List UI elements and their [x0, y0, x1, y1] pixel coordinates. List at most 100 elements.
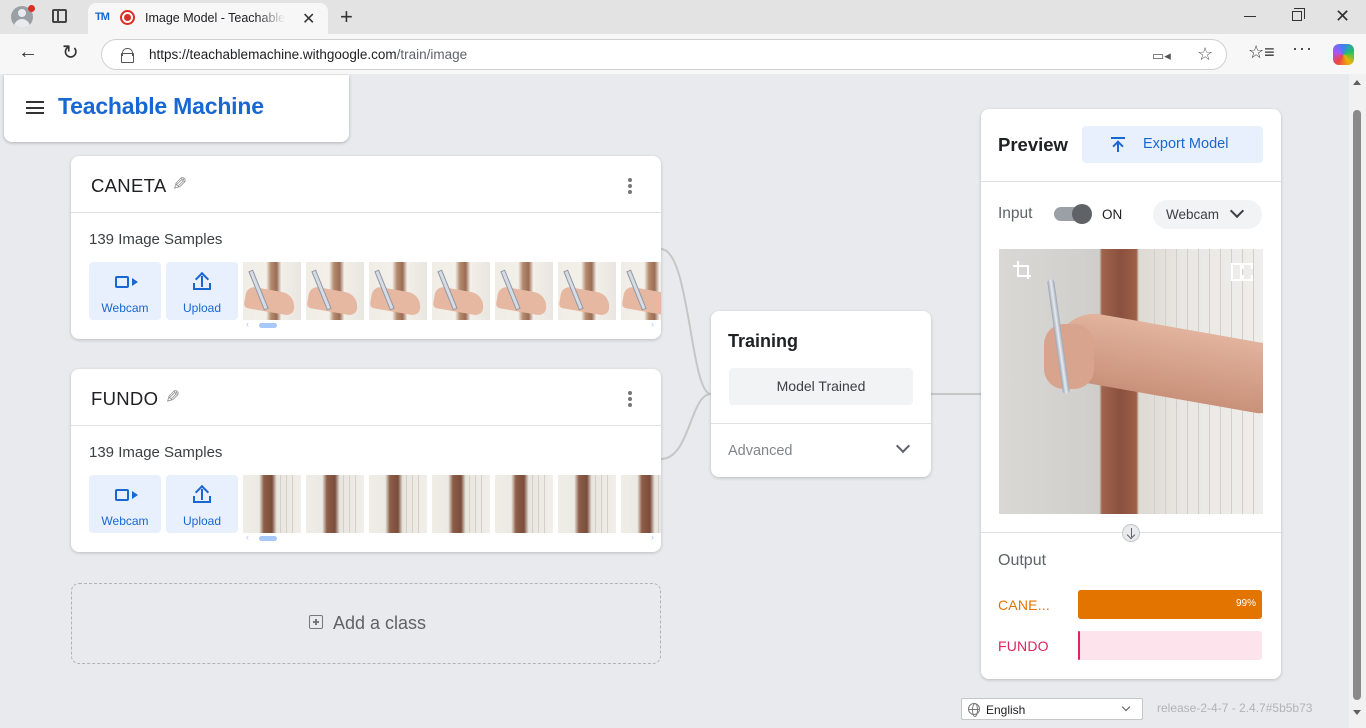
sample-thumbnail[interactable]: [495, 262, 553, 320]
class-name[interactable]: FUNDO: [91, 388, 158, 410]
sample-thumbnail[interactable]: [306, 475, 364, 533]
scroll-down-icon[interactable]: [1353, 710, 1361, 715]
url-field[interactable]: https://teachablemachine.withgoogle.com/…: [101, 39, 1227, 70]
url-host: https://teachablemachine.withgoogle.com: [149, 47, 397, 62]
camera-in-use-icon[interactable]: ▭◂: [1152, 48, 1171, 64]
add-class-button[interactable]: Add a class: [71, 583, 661, 664]
chevron-down-icon[interactable]: [895, 438, 911, 454]
webcam-button[interactable]: Webcam: [89, 262, 161, 320]
webcam-label: Webcam: [101, 301, 149, 315]
url-text[interactable]: https://teachablemachine.withgoogle.com/…: [149, 47, 467, 62]
add-box-icon: [309, 615, 323, 629]
connector-fundo: [660, 393, 712, 460]
browser-tab[interactable]: TM Image Model - Teachable Machine ✕: [88, 3, 328, 34]
flip-icon[interactable]: [1231, 261, 1253, 281]
scroll-up-icon[interactable]: [1353, 80, 1361, 85]
output-class-name: CANE...: [998, 597, 1050, 613]
upload-button[interactable]: Upload: [166, 262, 238, 320]
back-icon[interactable]: ←: [18, 41, 38, 64]
window-close-icon[interactable]: ✕: [1335, 6, 1350, 27]
scroll-right-icon[interactable]: ›: [651, 532, 654, 542]
language-select[interactable]: English: [961, 698, 1143, 720]
sample-thumbnail[interactable]: [558, 475, 616, 533]
sample-thumbnail[interactable]: [621, 475, 661, 533]
brand-title[interactable]: Teachable Machine: [58, 93, 264, 120]
tab-actions-icon[interactable]: [52, 9, 67, 23]
input-toggle[interactable]: [1054, 204, 1092, 224]
scroll-right-icon[interactable]: ›: [651, 319, 654, 329]
edit-pencil-icon[interactable]: ✎: [165, 387, 180, 408]
sample-thumbnail[interactable]: [243, 475, 301, 533]
advanced-toggle[interactable]: Advanced: [728, 443, 793, 459]
samples-scrollbar[interactable]: ‹ ›: [246, 532, 656, 542]
sample-thumbnail[interactable]: [432, 262, 490, 320]
sample-thumbnail[interactable]: [369, 475, 427, 533]
page-scroll-thumb[interactable]: [1353, 110, 1361, 700]
confidence-bar-fill: [1078, 631, 1080, 660]
output-row-fundo: FUNDO: [998, 631, 1263, 661]
sample-thumbnail[interactable]: [495, 475, 553, 533]
sample-thumbnail[interactable]: [621, 262, 661, 320]
class-name[interactable]: CANETA: [91, 175, 166, 197]
sample-thumbnail[interactable]: [432, 475, 490, 533]
hand: [1044, 324, 1094, 389]
confidence-bar-fill: [1078, 590, 1261, 619]
connector-caneta: [660, 248, 712, 395]
toggle-state: ON: [1102, 207, 1123, 222]
input-source-select[interactable]: Webcam: [1153, 200, 1262, 229]
output-label: Output: [998, 552, 1047, 569]
samples-scrollbar[interactable]: ‹ ›: [246, 319, 656, 329]
edit-pencil-icon[interactable]: ✎: [172, 174, 187, 195]
scroll-thumb[interactable]: [259, 536, 277, 541]
scroll-left-icon[interactable]: ‹: [246, 319, 249, 329]
chevron-down-icon: [1121, 702, 1131, 712]
training-title: Training: [728, 331, 799, 351]
crop-icon[interactable]: [1013, 261, 1031, 279]
more-icon[interactable]: ···: [1292, 38, 1313, 59]
class-options-icon[interactable]: [628, 391, 632, 407]
confidence-percent: 99%: [1235, 598, 1256, 609]
page-viewport: Teachable Machine CANETA ✎ 139 Image Sam…: [0, 74, 1366, 728]
class-card-caneta: CANETA ✎ 139 Image Samples Webcam Upload…: [71, 156, 661, 339]
scroll-left-icon[interactable]: ‹: [246, 532, 249, 542]
sample-thumbnail[interactable]: [243, 262, 301, 320]
menu-icon[interactable]: [26, 101, 44, 114]
upload-button[interactable]: Upload: [166, 475, 238, 533]
scroll-thumb[interactable]: [259, 323, 277, 328]
new-tab-icon[interactable]: +: [340, 4, 353, 30]
upload-icon: [193, 484, 211, 505]
maximize-icon[interactable]: [1292, 8, 1305, 21]
output-class-name: FUNDO: [998, 638, 1049, 654]
training-card: Training Model Trained Advanced: [711, 311, 931, 477]
favorites-icon[interactable]: ☆≡: [1248, 42, 1275, 63]
sample-thumbnail[interactable]: [558, 262, 616, 320]
webcam-button[interactable]: Webcam: [89, 475, 161, 533]
minimize-icon[interactable]: [1244, 16, 1256, 17]
teachable-machine-favicon-icon: TM: [95, 11, 110, 23]
language-label: English: [986, 703, 1026, 717]
upload-label: Upload: [182, 301, 222, 315]
lock-icon[interactable]: [121, 48, 134, 63]
divider: [711, 423, 931, 424]
chevron-down-icon: [1229, 203, 1245, 219]
copilot-icon[interactable]: [1333, 44, 1354, 65]
class-options-icon[interactable]: [628, 178, 632, 194]
arrow-down-icon: [1122, 524, 1140, 542]
page-scrollbar[interactable]: [1349, 74, 1366, 728]
sample-thumbnail[interactable]: [306, 262, 364, 320]
star-icon[interactable]: ☆: [1197, 44, 1213, 65]
profile-notification-dot: [28, 5, 35, 12]
confidence-bar-track: [1078, 631, 1262, 660]
model-trained-button[interactable]: Model Trained: [729, 368, 913, 405]
app-header: Teachable Machine: [4, 75, 349, 142]
sample-thumbnail[interactable]: [369, 262, 427, 320]
export-model-button[interactable]: Export Model: [1082, 126, 1263, 163]
export-label: Export Model: [1143, 136, 1229, 152]
reload-icon[interactable]: ↻: [62, 40, 79, 65]
upload-label: Upload: [182, 514, 222, 528]
sample-count: 139 Image Samples: [89, 231, 223, 248]
add-class-label: Add a class: [333, 613, 427, 633]
input-label: Input: [998, 205, 1033, 222]
close-icon[interactable]: ✕: [302, 9, 315, 29]
divider: [981, 181, 1281, 182]
